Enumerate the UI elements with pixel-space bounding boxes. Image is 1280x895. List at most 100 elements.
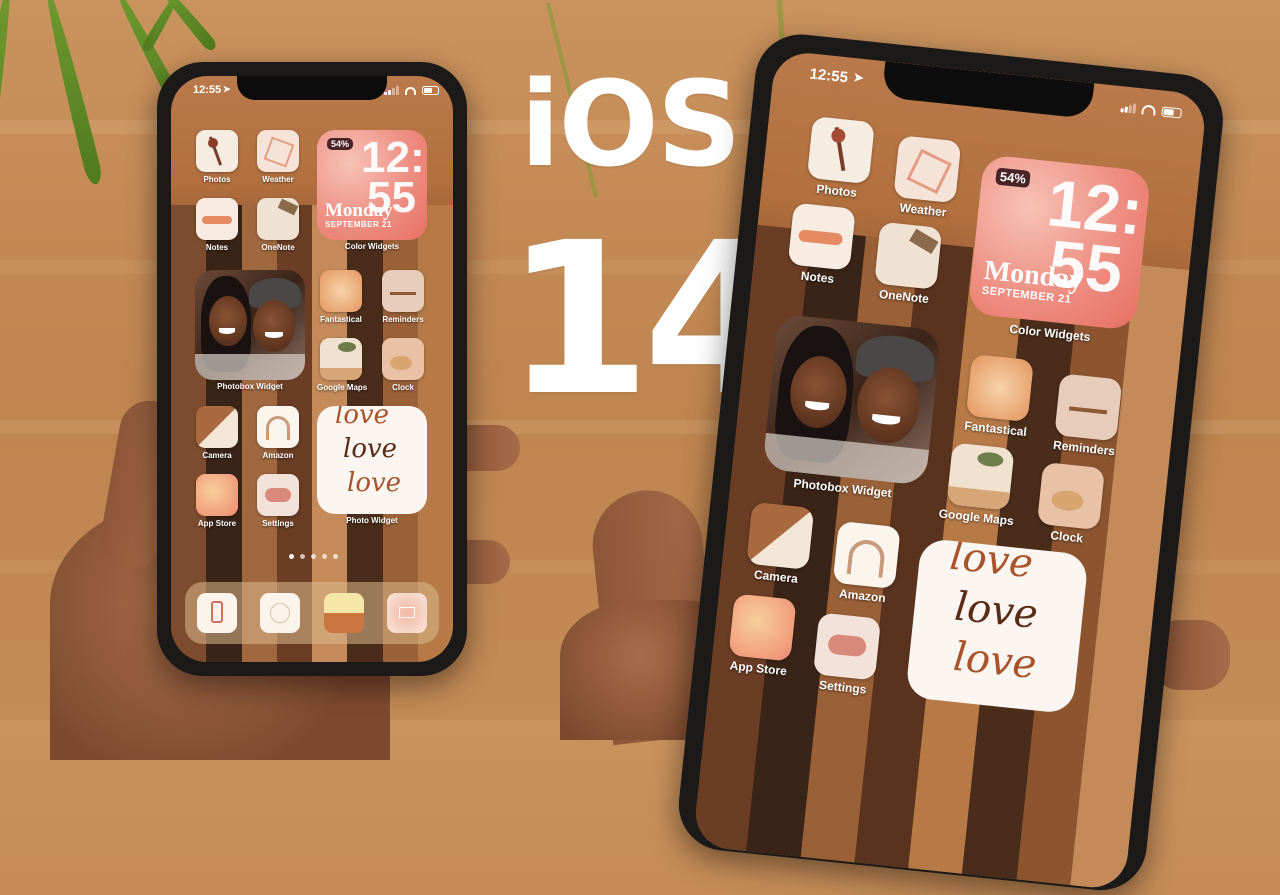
photo-shirts	[195, 354, 305, 380]
status-time: 12:55	[193, 84, 222, 96]
app-label: Reminders	[382, 315, 424, 324]
battery-icon	[1161, 106, 1183, 119]
app-label: Fantastical	[320, 315, 362, 324]
photobox-widget[interactable]	[762, 313, 942, 486]
app-label: Photos	[203, 175, 231, 184]
wifi-icon	[1141, 104, 1157, 116]
app-reminders[interactable]: Reminders	[1044, 372, 1132, 459]
app-amazon[interactable]: Amazon	[254, 406, 302, 460]
app-camera[interactable]: Camera	[193, 406, 241, 460]
app-label: App Store	[197, 519, 237, 528]
sunglasses-icon	[196, 406, 238, 448]
plant-desk-icon	[320, 338, 362, 380]
app-label: Notes	[205, 243, 229, 252]
dried-flower-icon	[196, 130, 238, 172]
app-settings[interactable]: Settings	[807, 612, 885, 698]
app-fantastical[interactable]: Fantastical	[955, 353, 1043, 440]
geometric-frame-icon	[257, 130, 299, 172]
app-fantastical[interactable]: Fantastical	[317, 270, 365, 324]
love-text: love	[343, 434, 398, 464]
photo-widget[interactable]: love love love	[317, 406, 427, 514]
wifi-icon	[405, 86, 416, 95]
triangle-brush-icon	[196, 198, 238, 240]
app-notes[interactable]: Notes	[782, 202, 860, 288]
books-icon	[874, 221, 943, 290]
love-text: love	[952, 583, 1040, 639]
page-dot[interactable]	[322, 554, 327, 559]
color-widget[interactable]: 54% 12: 55 Monday SEPTEMBER 21	[317, 130, 427, 240]
signal-icon	[1120, 102, 1137, 114]
dock	[185, 582, 439, 644]
mail-envelope-icon[interactable]	[387, 593, 428, 633]
app-reminders[interactable]: Reminders	[379, 270, 427, 324]
record-player-icon	[382, 338, 424, 380]
app-onenote[interactable]: OneNote	[254, 198, 302, 252]
page-dot[interactable]	[289, 554, 294, 559]
geometric-frame-icon	[893, 135, 962, 204]
app-clock[interactable]: Clock	[1026, 461, 1114, 548]
page-dot[interactable]	[300, 554, 305, 559]
phone-icon[interactable]	[196, 593, 237, 633]
widget-date: SEPTEMBER 21	[325, 220, 392, 229]
page-indicator[interactable]	[289, 554, 338, 559]
app-notes[interactable]: Notes	[193, 198, 241, 252]
rainbow-icon	[832, 520, 901, 590]
app-onenote[interactable]: OneNote	[868, 221, 946, 307]
notch	[237, 76, 387, 100]
coffee-cup-icon	[965, 353, 1034, 423]
status-icons	[1120, 102, 1183, 119]
photo-person-face	[253, 300, 295, 352]
color-widget-label: Color Widgets	[344, 242, 400, 251]
dried-grass-icon	[382, 270, 424, 312]
location-arrow-icon: ➤	[223, 84, 231, 94]
app-app-store[interactable]: App Store	[193, 474, 241, 528]
app-label: Photos	[815, 181, 858, 200]
compass-icon[interactable]	[260, 593, 301, 633]
app-photos[interactable]: Photos	[193, 130, 241, 184]
page-dot[interactable]	[333, 554, 338, 559]
app-google-maps[interactable]: Google Maps	[317, 338, 368, 392]
app-label: Amazon	[262, 451, 294, 460]
photo-smile	[265, 332, 283, 338]
status-time: 12:55	[808, 65, 849, 87]
widget-battery-badge: 54%	[995, 167, 1031, 188]
app-label: Google Maps	[317, 383, 368, 392]
left-phone: 12:55 ➤ Photos Weather Notes OneNote 54%…	[157, 62, 467, 676]
headline-ios: iOS	[520, 55, 742, 193]
app-settings[interactable]: Settings	[254, 474, 302, 528]
app-clock[interactable]: Clock	[379, 338, 427, 392]
sunglasses-icon	[746, 501, 815, 570]
photo-person-face	[209, 296, 247, 346]
app-amazon[interactable]: Amazon	[827, 520, 905, 607]
app-label: Weather	[262, 175, 294, 184]
books-icon	[257, 198, 299, 240]
app-label: Camera	[202, 451, 232, 460]
page-dot[interactable]	[311, 554, 316, 559]
dried-flower-icon	[806, 116, 875, 185]
app-app-store[interactable]: App Store	[721, 593, 803, 679]
app-google-maps[interactable]: Google Maps	[934, 441, 1026, 528]
notch	[881, 61, 1095, 120]
app-label: Settings	[262, 519, 294, 528]
color-widget[interactable]: 54% 12: 55 Monday SEPTEMBER 21	[967, 154, 1152, 331]
plant-desk-icon	[946, 442, 1015, 511]
widget-day: Monday	[325, 200, 393, 221]
dried-grass-icon	[1054, 373, 1123, 442]
pink-clouds-icon	[196, 474, 238, 516]
photobox-widget-label: Photobox Widget	[217, 382, 283, 391]
app-camera[interactable]: Camera	[740, 501, 818, 587]
home-screen: 12:55 ➤ Photos Weather Notes OneNote 54%…	[171, 76, 453, 662]
app-photos[interactable]: Photos	[801, 116, 879, 202]
app-label: Clock	[392, 383, 414, 392]
location-arrow-icon: ➤	[852, 70, 865, 86]
coffee-cup-icon	[320, 270, 362, 312]
pink-clouds-icon	[728, 593, 797, 662]
photo-widget[interactable]: love love love	[905, 537, 1089, 715]
photobox-widget[interactable]	[195, 270, 305, 380]
app-label: OneNote	[261, 243, 295, 252]
love-text: love	[347, 468, 402, 498]
messages-photo-icon[interactable]	[323, 593, 364, 633]
home-screen: 12:55 ➤ Photos Weather Notes OneNote 54%…	[692, 49, 1208, 891]
app-weather[interactable]: Weather	[888, 135, 966, 221]
app-weather[interactable]: Weather	[254, 130, 302, 184]
